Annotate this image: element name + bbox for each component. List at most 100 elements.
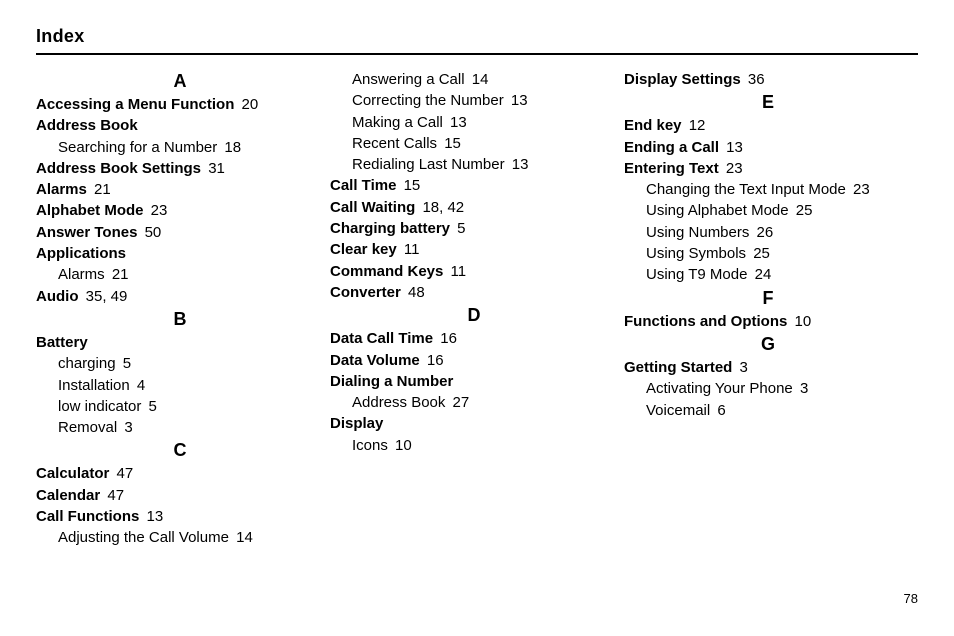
entry-page-ref: 27 bbox=[448, 394, 469, 411]
entry-label: Using Numbers bbox=[646, 224, 749, 241]
entry-label: Voicemail bbox=[646, 402, 710, 419]
entry-label: Recent Calls bbox=[352, 135, 437, 152]
entry-label: Ending a Call bbox=[624, 139, 719, 156]
index-subentry: Correcting the Number 13 bbox=[330, 90, 618, 111]
index-entry: End key 12 bbox=[624, 115, 912, 136]
entry-page-ref: 25 bbox=[749, 245, 770, 262]
entry-page-ref: 16 bbox=[436, 330, 457, 347]
index-subentry: Making a Call 13 bbox=[330, 112, 618, 133]
section-letter: G bbox=[624, 334, 912, 355]
index-entry: Dialing a Number bbox=[330, 371, 618, 392]
index-columns: AAccessing a Menu Function 20Address Boo… bbox=[36, 69, 918, 549]
entry-page-ref: 36 bbox=[744, 71, 765, 88]
index-entry: Call Waiting 18, 42 bbox=[330, 197, 618, 218]
index-entry: Ending a Call 13 bbox=[624, 137, 912, 158]
entry-page-ref: 12 bbox=[685, 117, 706, 134]
index-column-2: Answering a Call 14Correcting the Number… bbox=[330, 69, 624, 549]
index-entry: Display bbox=[330, 413, 618, 434]
entry-label: End key bbox=[624, 117, 682, 134]
entry-label: Searching for a Number bbox=[58, 139, 217, 156]
entry-label: Using Symbols bbox=[646, 245, 746, 262]
index-subentry: Redialing Last Number 13 bbox=[330, 154, 618, 175]
entry-label: Command Keys bbox=[330, 263, 443, 280]
entry-label: Data Call Time bbox=[330, 330, 433, 347]
entry-label: Alarms bbox=[36, 181, 87, 198]
index-entry: Getting Started 3 bbox=[624, 357, 912, 378]
entry-label: Answer Tones bbox=[36, 224, 137, 241]
index-subentry: Alarms 21 bbox=[36, 264, 324, 285]
entry-label: Entering Text bbox=[624, 160, 719, 177]
index-entry: Address Book Settings 31 bbox=[36, 158, 324, 179]
entry-label: Address Book Settings bbox=[36, 160, 201, 177]
index-subentry: charging 5 bbox=[36, 353, 324, 374]
entry-page-ref: 31 bbox=[204, 160, 225, 177]
entry-label: Answering a Call bbox=[352, 71, 465, 88]
entry-page-ref: 10 bbox=[391, 437, 412, 454]
index-subentry: Changing the Text Input Mode 23 bbox=[624, 179, 912, 200]
entry-label: Using Alphabet Mode bbox=[646, 202, 789, 219]
entry-page-ref: 6 bbox=[713, 402, 726, 419]
entry-label: Calendar bbox=[36, 487, 100, 504]
index-entry: Charging battery 5 bbox=[330, 218, 618, 239]
entry-page-ref: 24 bbox=[750, 266, 771, 283]
entry-page-ref: 23 bbox=[849, 181, 870, 198]
index-entry: Battery bbox=[36, 332, 324, 353]
entry-label: Correcting the Number bbox=[352, 92, 504, 109]
entry-page-ref: 48 bbox=[404, 284, 425, 301]
entry-page-ref: 13 bbox=[722, 139, 743, 156]
entry-label: charging bbox=[58, 355, 116, 372]
index-subentry: low indicator 5 bbox=[36, 396, 324, 417]
entry-page-ref: 50 bbox=[140, 224, 161, 241]
entry-label: Call Time bbox=[330, 177, 396, 194]
entry-page-ref: 13 bbox=[507, 92, 528, 109]
entry-label: Display bbox=[330, 415, 383, 432]
entry-label: Alphabet Mode bbox=[36, 202, 144, 219]
section-letter: E bbox=[624, 92, 912, 113]
entry-label: Redialing Last Number bbox=[352, 156, 505, 173]
index-entry: Accessing a Menu Function 20 bbox=[36, 94, 324, 115]
entry-page-ref: 47 bbox=[103, 487, 124, 504]
index-entry: Data Call Time 16 bbox=[330, 328, 618, 349]
index-entry: Command Keys 11 bbox=[330, 261, 618, 282]
entry-label: Alarms bbox=[58, 266, 105, 283]
entry-page-ref: 25 bbox=[792, 202, 813, 219]
index-subentry: Using Symbols 25 bbox=[624, 243, 912, 264]
entry-page-ref: 14 bbox=[232, 529, 253, 546]
entry-page-ref: 47 bbox=[112, 465, 133, 482]
index-entry: Converter 48 bbox=[330, 282, 618, 303]
entry-page-ref: 21 bbox=[108, 266, 129, 283]
entry-page-ref: 15 bbox=[399, 177, 420, 194]
index-subentry: Icons 10 bbox=[330, 435, 618, 456]
section-letter: B bbox=[36, 309, 324, 330]
index-entry: Answer Tones 50 bbox=[36, 222, 324, 243]
entry-page-ref: 21 bbox=[90, 181, 111, 198]
section-letter: D bbox=[330, 305, 618, 326]
entry-label: Data Volume bbox=[330, 352, 420, 369]
entry-label: Applications bbox=[36, 245, 126, 262]
entry-page-ref: 13 bbox=[508, 156, 529, 173]
index-entry: Alarms 21 bbox=[36, 179, 324, 200]
index-subentry: Using Alphabet Mode 25 bbox=[624, 200, 912, 221]
entry-page-ref: 16 bbox=[423, 352, 444, 369]
index-entry: Calendar 47 bbox=[36, 485, 324, 506]
index-subentry: Using Numbers 26 bbox=[624, 222, 912, 243]
entry-label: Clear key bbox=[330, 241, 397, 258]
index-subentry: Answering a Call 14 bbox=[330, 69, 618, 90]
entry-label: Using T9 Mode bbox=[646, 266, 747, 283]
entry-label: Charging battery bbox=[330, 220, 450, 237]
index-subentry: Activating Your Phone 3 bbox=[624, 378, 912, 399]
entry-page-ref: 3 bbox=[735, 359, 748, 376]
page-number: 78 bbox=[904, 591, 918, 606]
entry-label: Address Book bbox=[352, 394, 445, 411]
entry-page-ref: 35, 49 bbox=[82, 288, 128, 305]
entry-page-ref: 11 bbox=[446, 263, 466, 280]
index-entry: Functions and Options 10 bbox=[624, 311, 912, 332]
index-entry: Entering Text 23 bbox=[624, 158, 912, 179]
entry-page-ref: 5 bbox=[119, 355, 132, 372]
index-subentry: Searching for a Number 18 bbox=[36, 137, 324, 158]
index-entry: Clear key 11 bbox=[330, 239, 618, 260]
entry-label: Icons bbox=[352, 437, 388, 454]
entry-label: Removal bbox=[58, 419, 117, 436]
entry-page-ref: 3 bbox=[796, 380, 809, 397]
entry-page-ref: 18, 42 bbox=[418, 199, 464, 216]
